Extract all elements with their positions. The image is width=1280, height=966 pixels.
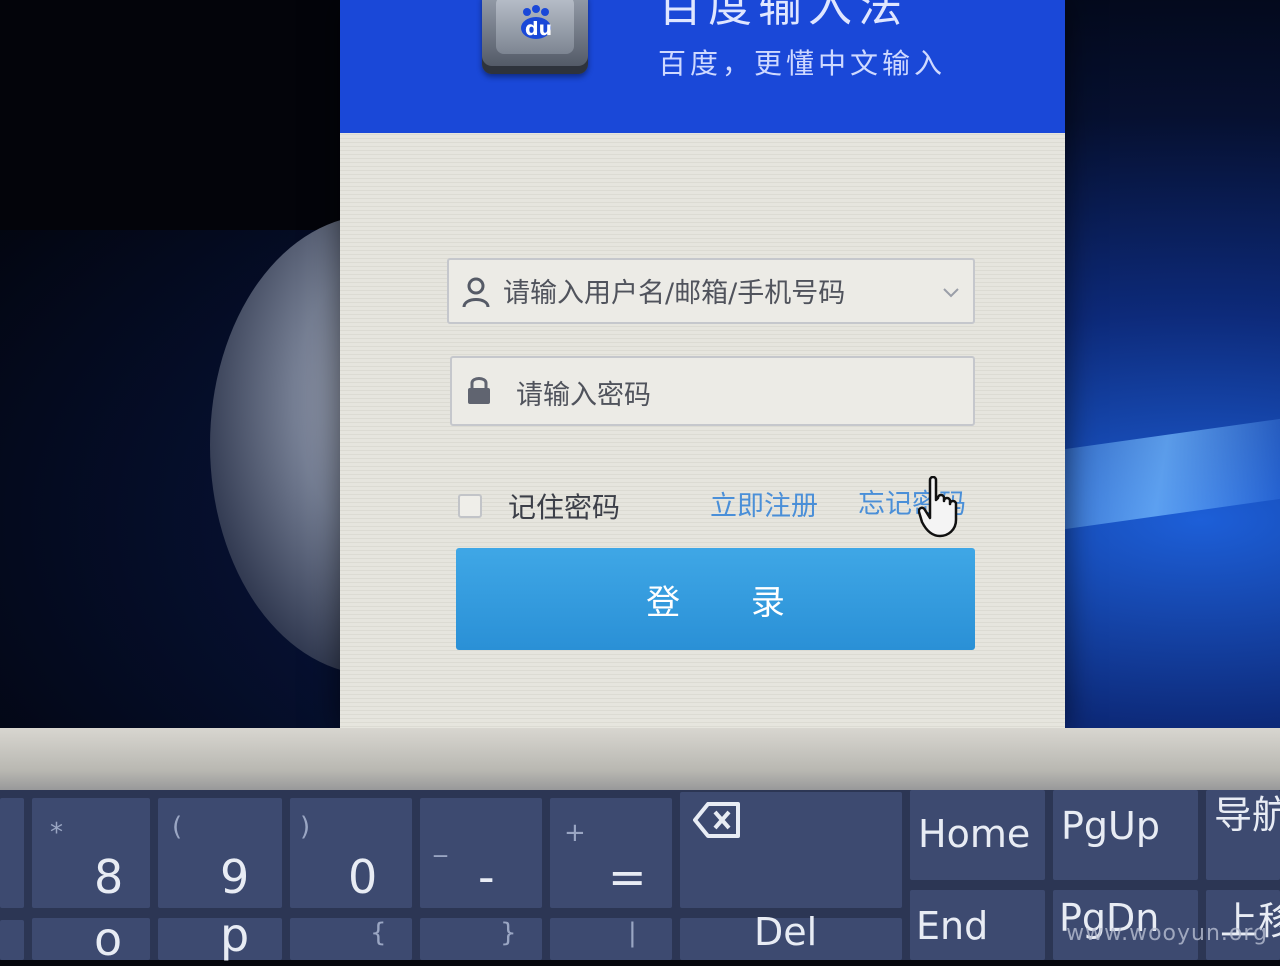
login-window: du 百度输入法 百度，更懂中文输入 记住密码 立即注册 忘记密码 登 录: [340, 0, 1065, 730]
username-field[interactable]: [447, 258, 975, 324]
key-minus[interactable]: _ -: [420, 798, 542, 908]
app-slogan: 百度，更懂中文输入: [658, 47, 947, 80]
key-left-bracket[interactable]: {: [290, 918, 412, 960]
watermark: www.wooyun.org: [1066, 921, 1268, 946]
login-options-row: 记住密码 立即注册 忘记密码: [458, 480, 978, 530]
login-button[interactable]: 登 录: [456, 548, 975, 650]
user-icon: [462, 277, 490, 308]
key-equals[interactable]: + =: [550, 798, 672, 908]
monitor-bezel: [0, 728, 1280, 798]
username-input[interactable]: [501, 268, 925, 318]
app-title: 百度输入法: [658, 0, 908, 32]
key-0[interactable]: ) 0: [290, 798, 412, 908]
password-field[interactable]: [450, 356, 975, 426]
hand-pointer-icon: [918, 476, 958, 538]
key-8[interactable]: * 8: [32, 798, 150, 908]
key-9[interactable]: ( 9: [158, 798, 282, 908]
key-right-bracket[interactable]: }: [420, 918, 542, 960]
key-p[interactable]: p: [158, 908, 282, 962]
key-del[interactable]: Del: [680, 910, 902, 960]
key-end[interactable]: End: [910, 890, 1045, 960]
desktop-shadow: [0, 0, 360, 230]
on-screen-keyboard: * 8 ( 9 ) 0 _ - + = Home PgUp 导航 o p {}…: [0, 790, 1280, 966]
key-pgup[interactable]: PgUp: [1053, 790, 1198, 880]
window-header: du 百度输入法 百度，更懂中文输入: [340, 0, 1065, 133]
register-link[interactable]: 立即注册: [710, 484, 818, 523]
key-o[interactable]: o: [32, 912, 150, 966]
lock-icon: [468, 377, 490, 404]
remember-password-label[interactable]: 记住密码: [508, 486, 620, 526]
chevron-down-icon[interactable]: [941, 282, 961, 302]
key-home[interactable]: Home: [910, 790, 1045, 880]
logo-text: du: [525, 18, 553, 40]
backspace-icon: [693, 802, 740, 838]
key-partial[interactable]: [0, 798, 24, 908]
key-nav[interactable]: 导航: [1206, 790, 1280, 880]
key-backslash[interactable]: |: [550, 918, 672, 960]
key-backspace[interactable]: [680, 792, 902, 908]
key-partial-2[interactable]: [0, 920, 24, 960]
password-input[interactable]: [514, 370, 938, 420]
baidu-ime-logo: du: [482, 0, 588, 74]
remember-password-checkbox[interactable]: [458, 494, 482, 518]
